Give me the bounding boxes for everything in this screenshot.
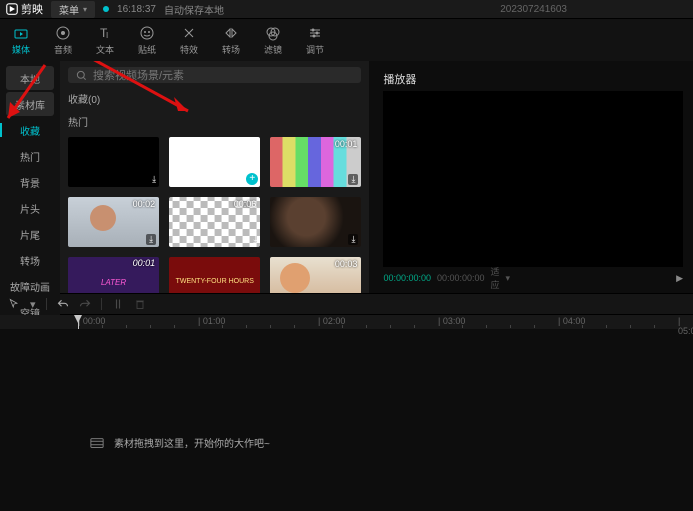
sidebar-item-6[interactable]: 片尾 (6, 222, 54, 246)
sidebar-item-7[interactable]: 转场 (6, 248, 54, 272)
sticker-icon (139, 25, 155, 41)
sidebar-item-5[interactable]: 片头 (6, 196, 54, 220)
duration-label: 00:06 (234, 199, 257, 209)
time-total: 00:00:00:00 (437, 273, 485, 283)
svg-text:I: I (106, 31, 108, 40)
main-menu[interactable]: 菜单 (51, 1, 95, 18)
tab-media[interactable]: 媒体 (0, 19, 42, 61)
project-name: 202307241603 (500, 4, 567, 15)
asset-thumb-0[interactable]: ⤓ (68, 137, 159, 187)
download-icon[interactable]: ⤓ (146, 234, 156, 245)
asset-thumb-7[interactable]: TWENTY-FOUR HOURS⤓ (169, 257, 260, 293)
sidebar-item-3[interactable]: 热门 (6, 144, 54, 168)
asset-thumb-5[interactable]: ⤓ (270, 197, 361, 247)
download-icon[interactable]: ⤓ (348, 174, 358, 185)
timeline-drop-hint: 素材拖拽到这里，开始你的大作吧~ (90, 435, 270, 450)
time-current: 00:00:00:00 (383, 273, 431, 283)
preview-title: 播放器 (383, 67, 683, 91)
search-icon (76, 70, 87, 81)
search-placeholder: 搜索视频场景/元素 (93, 67, 184, 83)
hot-label: 热门 (68, 114, 361, 129)
asset-thumb-8[interactable]: 00:03⤓ (270, 257, 361, 293)
tab-text[interactable]: TI文本 (84, 19, 126, 61)
select-tool-icon[interactable] (8, 298, 20, 310)
duration-label: 00:01 (133, 259, 156, 268)
sidebar-item-8[interactable]: 故障动画 (6, 274, 54, 298)
sidebar-item-0[interactable]: 本地 (6, 66, 54, 90)
media-icon (13, 25, 29, 41)
app-logo: 剪映 (6, 1, 43, 17)
effect-icon (181, 25, 197, 41)
autosave-indicator (103, 6, 109, 12)
favorites-label: 收藏(0) (68, 91, 361, 106)
autosave-label: 自动保存本地 (164, 2, 224, 17)
search-input[interactable]: 搜索视频场景/元素 (68, 67, 361, 83)
filter-icon (265, 25, 281, 41)
tab-effect[interactable]: 特效 (168, 19, 210, 61)
download-icon[interactable]: ⤓ (348, 234, 358, 245)
tab-sticker[interactable]: 贴纸 (126, 19, 168, 61)
redo-icon[interactable] (79, 298, 91, 310)
split-icon[interactable] (112, 298, 124, 310)
favorite-icon[interactable]: ☆ (233, 174, 242, 185)
undo-icon[interactable] (57, 298, 69, 310)
download-icon[interactable]: ⤓ (152, 174, 156, 185)
fit-mode[interactable]: 适应 (491, 265, 500, 291)
delete-icon[interactable] (134, 298, 146, 310)
preview-viewport[interactable] (383, 91, 683, 267)
asset-thumb-1[interactable]: ☆+ (169, 137, 260, 187)
ruler-label: | 05:00 (678, 316, 693, 336)
autosave-time: 16:18:37 (117, 4, 156, 15)
clip-icon (90, 436, 104, 450)
sidebar-item-1[interactable]: 素材库 (6, 92, 54, 116)
duration-label: 00:03 (335, 259, 358, 269)
sidebar-item-2[interactable]: 收藏 (6, 118, 54, 142)
download-icon[interactable]: ⤓ (253, 234, 257, 245)
asset-thumb-6[interactable]: LATER00:01⤓ (68, 257, 159, 293)
tab-filter[interactable]: 滤镜 (252, 19, 294, 61)
sidebar-item-4[interactable]: 背景 (6, 170, 54, 194)
asset-thumb-4[interactable]: 00:06 ⤓ (169, 197, 260, 247)
playhead[interactable] (78, 315, 79, 329)
tab-audio[interactable]: 音频 (42, 19, 84, 61)
transition-icon (223, 25, 239, 41)
asset-thumb-2[interactable]: 00:01 ⤓ (270, 137, 361, 187)
duration-label: 00:02 (133, 199, 156, 209)
duration-label: 00:01 (335, 139, 358, 149)
tab-adjust[interactable]: 调节 (294, 19, 336, 61)
add-icon[interactable]: + (246, 173, 258, 185)
adjust-icon (307, 25, 323, 41)
text-icon: TI (97, 25, 113, 41)
audio-icon (55, 25, 71, 41)
play-button[interactable]: ▶ (676, 273, 683, 284)
asset-thumb-3[interactable]: 00:02 ⤓ (68, 197, 159, 247)
tab-transition[interactable]: 转场 (210, 19, 252, 61)
